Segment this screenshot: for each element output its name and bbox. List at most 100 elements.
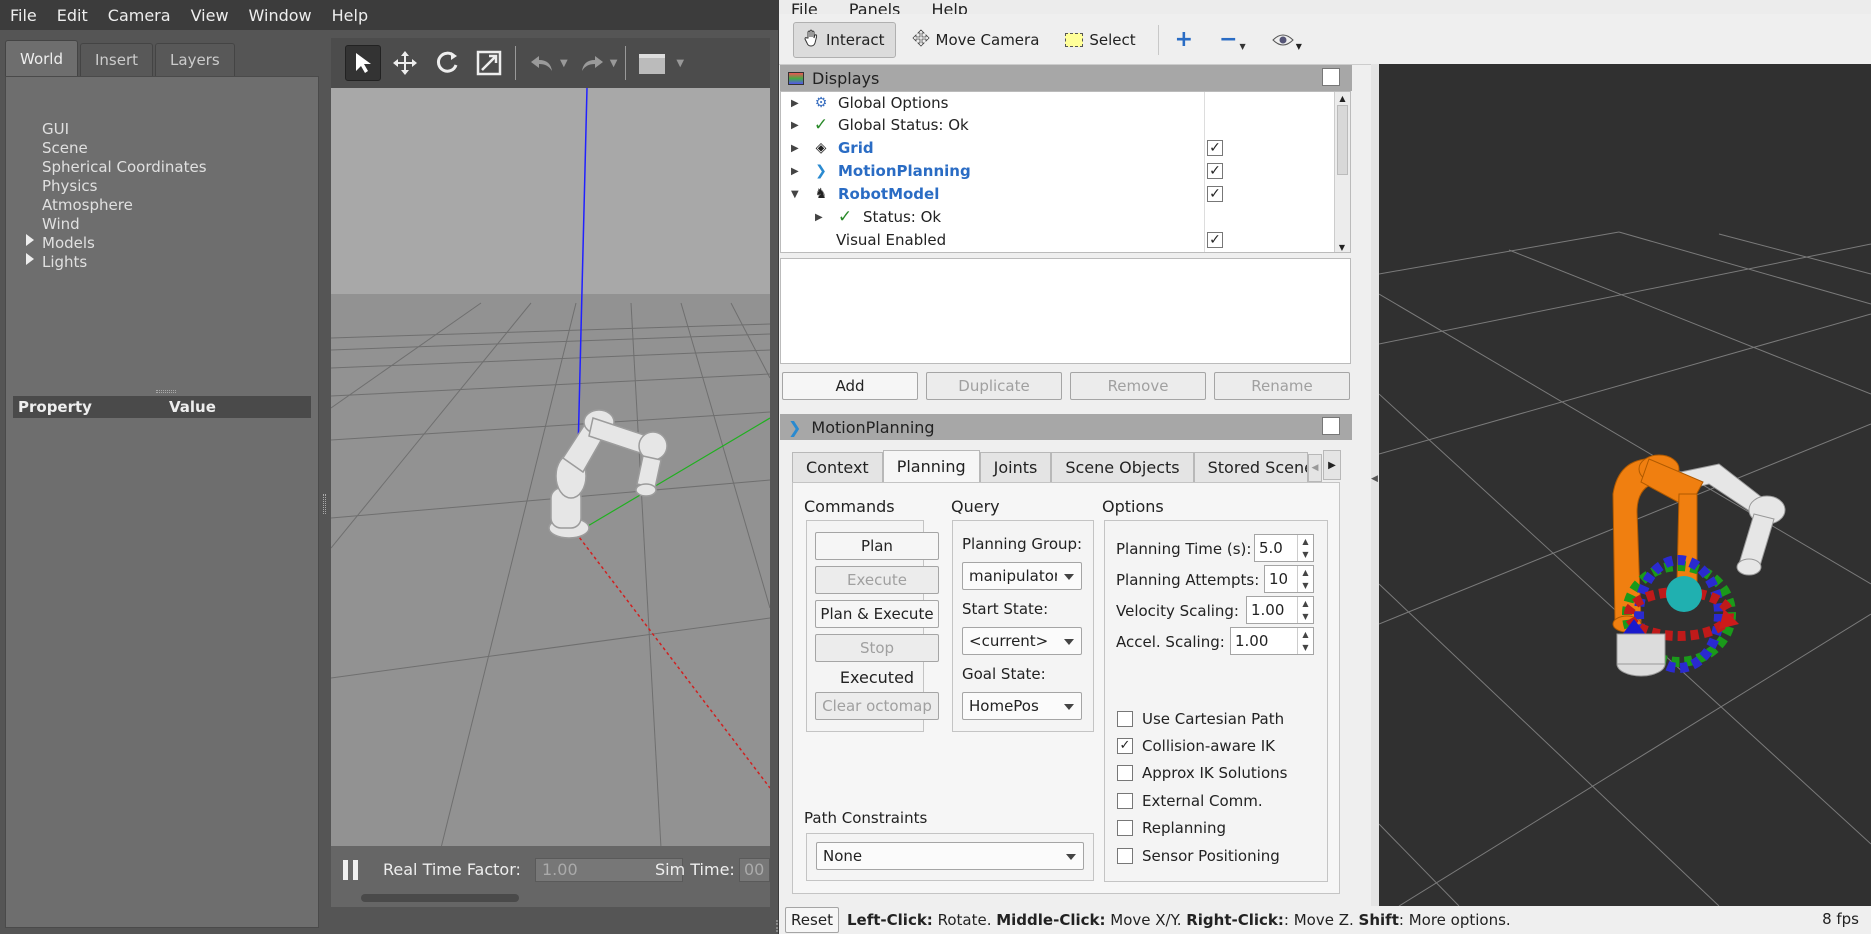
display-row-status-ok[interactable]: ▶ ✓ Status: Ok: [781, 206, 1331, 228]
sensor-positioning-checkbox[interactable]: Sensor Positioning: [1117, 847, 1280, 865]
collapse-arrow-icon[interactable]: ▼: [791, 189, 799, 200]
select-label: Select: [1089, 30, 1136, 49]
display-row-motion-planning[interactable]: ▶ ❯ MotionPlanning ✓: [781, 160, 1331, 182]
undo-dropdown-icon[interactable]: ▼: [560, 58, 568, 69]
box-shape-icon[interactable]: [634, 45, 670, 81]
planning-time-spinbox[interactable]: 5.0 ▲ ▼: [1254, 534, 1314, 562]
pause-icon[interactable]: [343, 860, 361, 882]
menu-window[interactable]: Window: [239, 6, 322, 25]
tab-insert[interactable]: Insert: [80, 43, 154, 76]
undo-icon[interactable]: [524, 45, 560, 81]
tree-item-gui[interactable]: GUI: [42, 120, 69, 138]
grid-enabled-checkbox[interactable]: ✓: [1207, 140, 1223, 156]
rotate-mode-icon[interactable]: [429, 45, 465, 81]
path-constraints-select[interactable]: None: [816, 842, 1084, 870]
shape-dropdown-icon[interactable]: ▼: [676, 58, 684, 69]
hand-icon: [804, 29, 820, 51]
start-state-select[interactable]: <current>: [962, 627, 1082, 655]
tab-layers[interactable]: Layers: [155, 43, 235, 76]
tab-scene-objects[interactable]: Scene Objects: [1051, 452, 1194, 482]
execute-button[interactable]: Execute: [815, 566, 939, 594]
display-row-grid[interactable]: ▶ ◈ Grid ✓: [781, 137, 1331, 159]
eye-icon[interactable]: ▼: [1262, 22, 1312, 58]
tree-item-models[interactable]: Models: [42, 234, 95, 252]
add-button[interactable]: Add: [782, 372, 918, 400]
select-tool-button[interactable]: Select: [1055, 22, 1145, 58]
reset-button[interactable]: Reset: [785, 907, 839, 933]
motion-planning-enabled-checkbox[interactable]: ✓: [1207, 163, 1223, 179]
scale-mode-icon[interactable]: [471, 45, 507, 81]
select-mode-icon[interactable]: [345, 45, 381, 81]
display-row-visual-enabled[interactable]: Visual Enabled ✓: [781, 229, 1331, 251]
expand-arrow-icon[interactable]: [26, 253, 34, 265]
display-row-global-status[interactable]: ▶ ✓ Global Status: Ok: [781, 114, 1331, 136]
rviz-menu-file[interactable]: File: [791, 0, 818, 14]
tree-item-scene[interactable]: Scene: [42, 139, 88, 157]
tab-stored-scenes[interactable]: Stored Scenes: [1193, 452, 1308, 482]
interact-tool-button[interactable]: Interact: [793, 21, 896, 58]
accel-scaling-spinbox[interactable]: 1.00 ▲ ▼: [1230, 627, 1314, 655]
resize-grip-icon[interactable]: [768, 920, 778, 932]
plan-and-execute-button[interactable]: Plan & Execute: [815, 600, 939, 628]
horizontal-scrollbar[interactable]: [361, 894, 519, 902]
approx-ik-solutions-checkbox[interactable]: Approx IK Solutions: [1117, 764, 1287, 782]
tab-planning[interactable]: Planning: [882, 450, 980, 482]
rviz-panel-collapse-handle[interactable]: ◀: [1371, 64, 1379, 906]
splitter-handle[interactable]: [156, 390, 176, 393]
displays-close-checkbox[interactable]: [1322, 68, 1340, 86]
redo-icon[interactable]: [574, 45, 610, 81]
external-comm-checkbox[interactable]: External Comm.: [1117, 792, 1263, 810]
display-row-global-options[interactable]: ▶ ⚙ Global Options: [781, 92, 1331, 114]
expand-arrow-icon[interactable]: ▶: [791, 143, 799, 154]
tab-world[interactable]: World: [5, 40, 78, 76]
tree-item-atmosphere[interactable]: Atmosphere: [42, 196, 133, 214]
rviz-menu-panels[interactable]: Panels: [849, 0, 901, 14]
gazebo-splitter[interactable]: [320, 30, 330, 934]
expand-arrow-icon[interactable]: ▶: [815, 212, 823, 223]
velocity-scaling-spinbox[interactable]: 1.00 ▲ ▼: [1246, 596, 1314, 624]
displays-scrollbar[interactable]: ▲ ▼: [1334, 92, 1350, 252]
clear-octomap-button[interactable]: Clear octomap: [815, 692, 939, 720]
plan-button[interactable]: Plan: [815, 532, 939, 560]
tab-scroll-right-icon[interactable]: ▶: [1323, 450, 1341, 480]
tree-item-physics[interactable]: Physics: [42, 177, 97, 195]
menu-view[interactable]: View: [181, 6, 239, 25]
menu-help[interactable]: Help: [322, 6, 378, 25]
expand-arrow-icon[interactable]: [26, 234, 34, 246]
collision-aware-ik-checkbox[interactable]: ✓ Collision-aware IK: [1117, 737, 1275, 755]
translate-mode-icon[interactable]: [387, 45, 423, 81]
use-cartesian-path-checkbox[interactable]: Use Cartesian Path: [1117, 710, 1284, 728]
tree-item-spherical-coordinates[interactable]: Spherical Coordinates: [42, 158, 207, 176]
replanning-checkbox[interactable]: Replanning: [1117, 819, 1226, 837]
goal-state-label: Goal State:: [962, 665, 1046, 683]
expand-arrow-icon[interactable]: ▶: [791, 120, 799, 131]
expand-arrow-icon[interactable]: ▶: [791, 166, 799, 177]
add-tool-icon[interactable]: +: [1165, 22, 1203, 58]
goal-state-select[interactable]: HomePos: [962, 692, 1082, 720]
tab-context[interactable]: Context: [792, 452, 883, 482]
expand-arrow-icon[interactable]: ▶: [791, 98, 799, 109]
rviz-menu-help[interactable]: Help: [931, 0, 967, 14]
robot-model-enabled-checkbox[interactable]: ✓: [1207, 186, 1223, 202]
menu-edit[interactable]: Edit: [47, 6, 98, 25]
tree-item-wind[interactable]: Wind: [42, 215, 80, 233]
menu-camera[interactable]: Camera: [98, 6, 181, 25]
duplicate-button[interactable]: Duplicate: [926, 372, 1062, 400]
gazebo-3d-scene[interactable]: [331, 88, 770, 848]
stop-button[interactable]: Stop: [815, 634, 939, 662]
display-row-robot-model[interactable]: ▼ ♞ RobotModel ✓: [781, 183, 1331, 205]
planning-attempts-spinbox[interactable]: 10 ▲ ▼: [1264, 565, 1314, 593]
rviz-3d-view[interactable]: [1379, 64, 1871, 906]
rename-button[interactable]: Rename: [1214, 372, 1350, 400]
visual-enabled-checkbox[interactable]: ✓: [1207, 232, 1223, 248]
tab-scroll-left-icon[interactable]: ◀: [1308, 454, 1322, 482]
motion-planning-close-checkbox[interactable]: [1322, 417, 1340, 435]
move-camera-tool-button[interactable]: Move Camera: [902, 22, 1050, 58]
tab-joints[interactable]: Joints: [979, 452, 1052, 482]
menu-file[interactable]: File: [0, 6, 47, 25]
planning-group-select[interactable]: manipulator: [962, 562, 1082, 590]
remove-tool-icon[interactable]: − ▼: [1209, 22, 1256, 58]
tree-item-lights[interactable]: Lights: [42, 253, 87, 271]
redo-dropdown-icon[interactable]: ▼: [610, 58, 618, 69]
remove-button[interactable]: Remove: [1070, 372, 1206, 400]
